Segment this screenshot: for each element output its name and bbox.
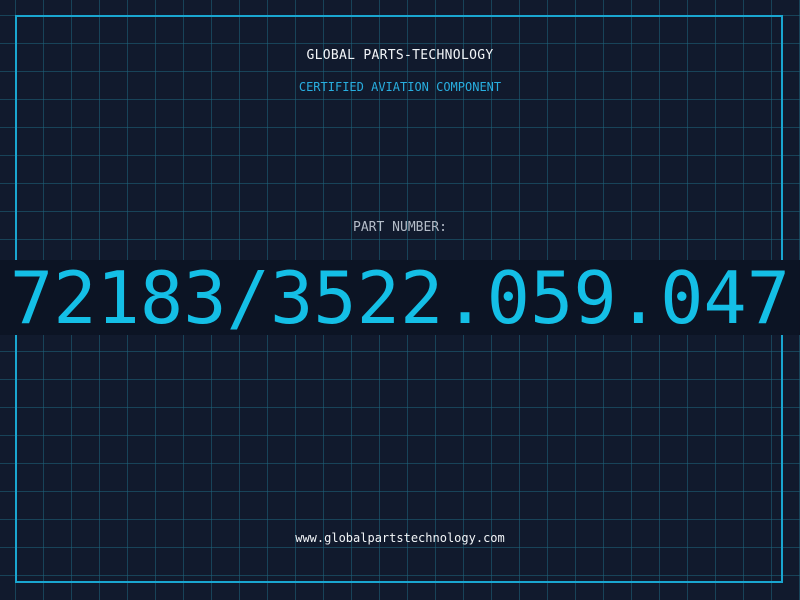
certification-tagline: CERTIFIED AVIATION COMPONENT [298,80,502,94]
part-number-label: PART NUMBER: [353,220,447,235]
website-url[interactable]: www.globalpartstechnology.com [0,531,800,545]
company-name: GLOBAL PARTS-TECHNOLOGY [306,48,494,63]
label-canvas: GLOBAL PARTS-TECHNOLOGY CERTIFIED AVIATI… [0,0,800,600]
part-number-value: 72183/3522.059.047 [9,256,791,340]
